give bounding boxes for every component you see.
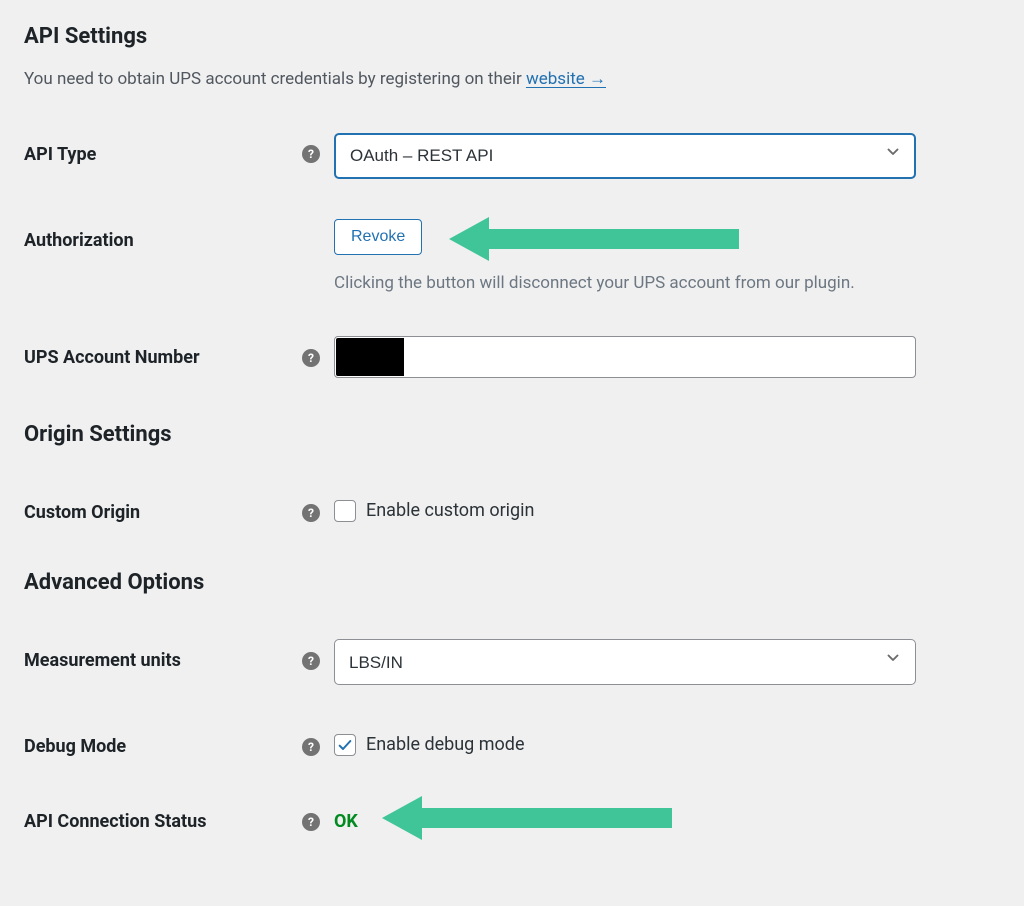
row-authorization: Authorization Revoke Clicking the button… [24, 219, 1000, 297]
label-custom-origin: Custom Origin [24, 499, 140, 526]
api-type-select[interactable]: OAuth – REST API [334, 133, 916, 179]
label-api-type: API Type [24, 141, 96, 168]
help-icon[interactable]: ? [302, 813, 320, 831]
row-debug-mode: Debug Mode ? Enable debug mode [24, 725, 1000, 760]
label-authorization: Authorization [24, 227, 134, 254]
help-icon[interactable]: ? [302, 145, 320, 163]
custom-origin-checkbox-label: Enable custom origin [366, 497, 535, 524]
website-link[interactable]: website → [526, 69, 606, 89]
label-debug-mode: Debug Mode [24, 733, 126, 760]
debug-mode-checkbox-label: Enable debug mode [366, 731, 525, 758]
advanced-options-title: Advanced Options [24, 566, 1000, 599]
label-measurement-units: Measurement units [24, 647, 181, 674]
row-measurement-units: Measurement units ? LBS/IN [24, 639, 1000, 685]
api-settings-title: API Settings [24, 20, 1000, 53]
row-connection-status: API Connection Status ? OK [24, 800, 1000, 836]
measurement-units-select[interactable]: LBS/IN [334, 639, 916, 685]
row-account-number: UPS Account Number ? [24, 336, 1000, 378]
help-icon[interactable]: ? [302, 349, 320, 367]
connection-status-value: OK [334, 800, 358, 835]
authorization-help-text: Clicking the button will disconnect your… [334, 271, 1000, 297]
arrow-annotation-icon [382, 796, 672, 840]
help-icon[interactable]: ? [302, 738, 320, 756]
custom-origin-checkbox[interactable] [334, 500, 356, 522]
origin-settings-title: Origin Settings [24, 418, 1000, 451]
debug-mode-checkbox[interactable] [334, 734, 356, 756]
revoke-button[interactable]: Revoke [334, 219, 422, 255]
arrow-annotation-icon [449, 217, 739, 261]
help-icon[interactable]: ? [302, 504, 320, 522]
api-settings-subtitle: You need to obtain UPS account credentia… [24, 67, 1000, 93]
label-connection-status: API Connection Status [24, 808, 206, 835]
account-number-input[interactable] [334, 336, 916, 378]
row-custom-origin: Custom Origin ? Enable custom origin [24, 491, 1000, 526]
help-icon[interactable]: ? [302, 652, 320, 670]
row-api-type: API Type ? OAuth – REST API [24, 133, 1000, 179]
label-account-number: UPS Account Number [24, 344, 200, 371]
